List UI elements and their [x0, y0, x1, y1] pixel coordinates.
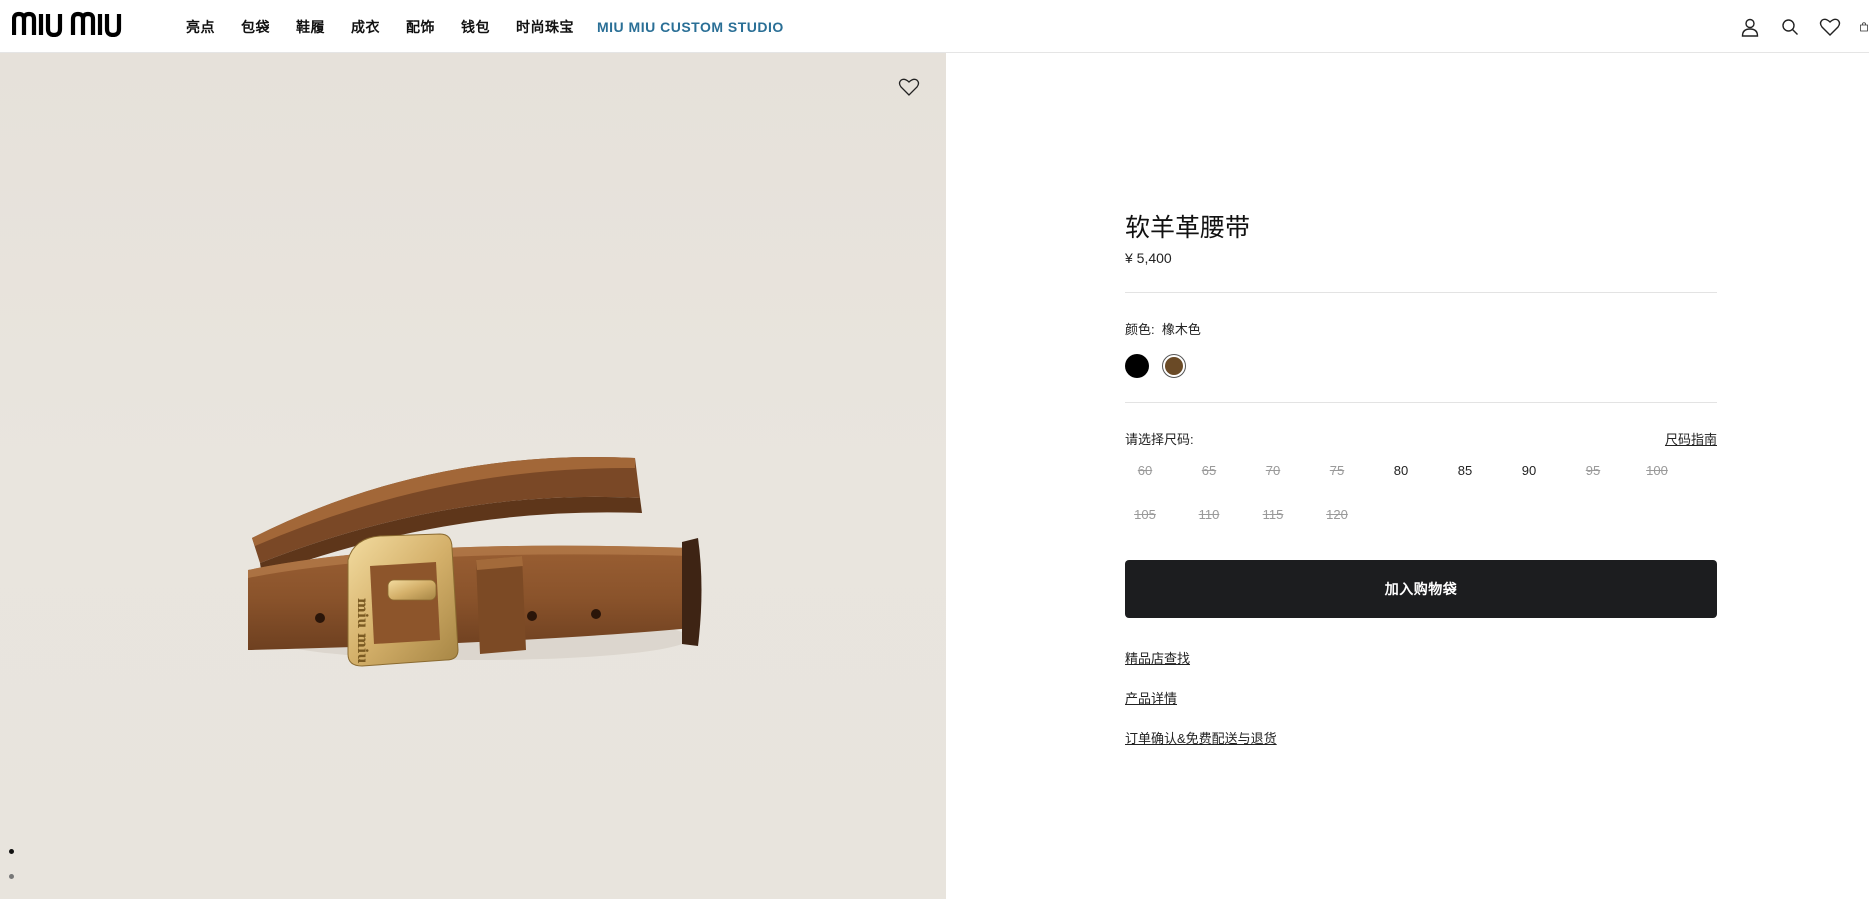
add-to-wishlist-heart-icon[interactable]: [898, 77, 922, 101]
product-details-link[interactable]: 产品详情: [1125, 688, 1177, 707]
miu-miu-logo[interactable]: [12, 9, 160, 37]
nav-wallets[interactable]: 钱包: [461, 17, 490, 37]
header-actions: [1721, 0, 1869, 53]
search-icon[interactable]: [1779, 16, 1801, 38]
swatch-black[interactable]: [1125, 354, 1149, 378]
belt-product-image: miu miu: [248, 457, 702, 667]
carousel-dot-2[interactable]: [9, 874, 14, 879]
size-option-65[interactable]: 65: [1189, 455, 1229, 485]
color-value: 橡木色: [1161, 322, 1201, 337]
swatch-oak-selected[interactable]: [1162, 354, 1186, 378]
store-finder-link[interactable]: 精品店查找: [1125, 648, 1190, 667]
nav-ready-to-wear[interactable]: 成衣: [351, 17, 380, 37]
user-icon[interactable]: [1739, 16, 1761, 38]
size-option-120[interactable]: 120: [1317, 499, 1357, 529]
size-option-60[interactable]: 60: [1125, 455, 1165, 485]
nav-bags[interactable]: 包袋: [241, 17, 270, 37]
product-price: ¥ 5,400: [1125, 250, 1172, 266]
carousel-dots: [9, 849, 14, 899]
size-option-85[interactable]: 85: [1445, 455, 1485, 485]
size-guide-link[interactable]: 尺码指南: [1665, 429, 1717, 448]
main-nav: 亮点 包袋 鞋履 成衣 配饰 钱包 时尚珠宝 MIU MIU CUSTOM ST…: [186, 0, 810, 53]
divider: [1125, 292, 1717, 293]
color-selector-label: 颜色: 橡木色: [1125, 319, 1201, 338]
size-select-label: 请选择尺码:: [1125, 432, 1194, 447]
color-label: 颜色:: [1125, 322, 1155, 337]
size-option-115[interactable]: 115: [1253, 499, 1293, 529]
size-option-75[interactable]: 75: [1317, 455, 1357, 485]
site-header: 亮点 包袋 鞋履 成衣 配饰 钱包 时尚珠宝 MIU MIU CUSTOM ST…: [0, 0, 1869, 53]
size-option-70[interactable]: 70: [1253, 455, 1293, 485]
divider: [1125, 402, 1717, 403]
carousel-dot-1[interactable]: [9, 849, 14, 854]
bag-icon[interactable]: [1859, 16, 1869, 38]
size-option-105[interactable]: 105: [1125, 499, 1165, 529]
nav-highlights[interactable]: 亮点: [186, 17, 215, 37]
nav-accessories[interactable]: 配饰: [406, 17, 435, 37]
nav-shoes[interactable]: 鞋履: [296, 17, 325, 37]
svg-text:miu miu: miu miu: [354, 598, 370, 664]
nav-jewelry[interactable]: 时尚珠宝: [516, 17, 574, 37]
size-option-100[interactable]: 100: [1637, 455, 1677, 485]
size-option-95[interactable]: 95: [1573, 455, 1613, 485]
add-to-bag-button[interactable]: 加入购物袋: [1125, 560, 1717, 618]
size-option-90[interactable]: 90: [1509, 455, 1549, 485]
nav-custom-studio[interactable]: MIU MIU CUSTOM STUDIO: [597, 19, 784, 35]
heart-icon[interactable]: [1819, 16, 1841, 38]
size-option-80[interactable]: 80: [1381, 455, 1421, 485]
size-option-110[interactable]: 110: [1189, 499, 1229, 529]
product-title: 软羊革腰带: [1125, 214, 1251, 242]
product-image-gallery: miu miu: [0, 53, 946, 899]
shipping-returns-link[interactable]: 订单确认&免费配送与退货: [1125, 728, 1277, 747]
